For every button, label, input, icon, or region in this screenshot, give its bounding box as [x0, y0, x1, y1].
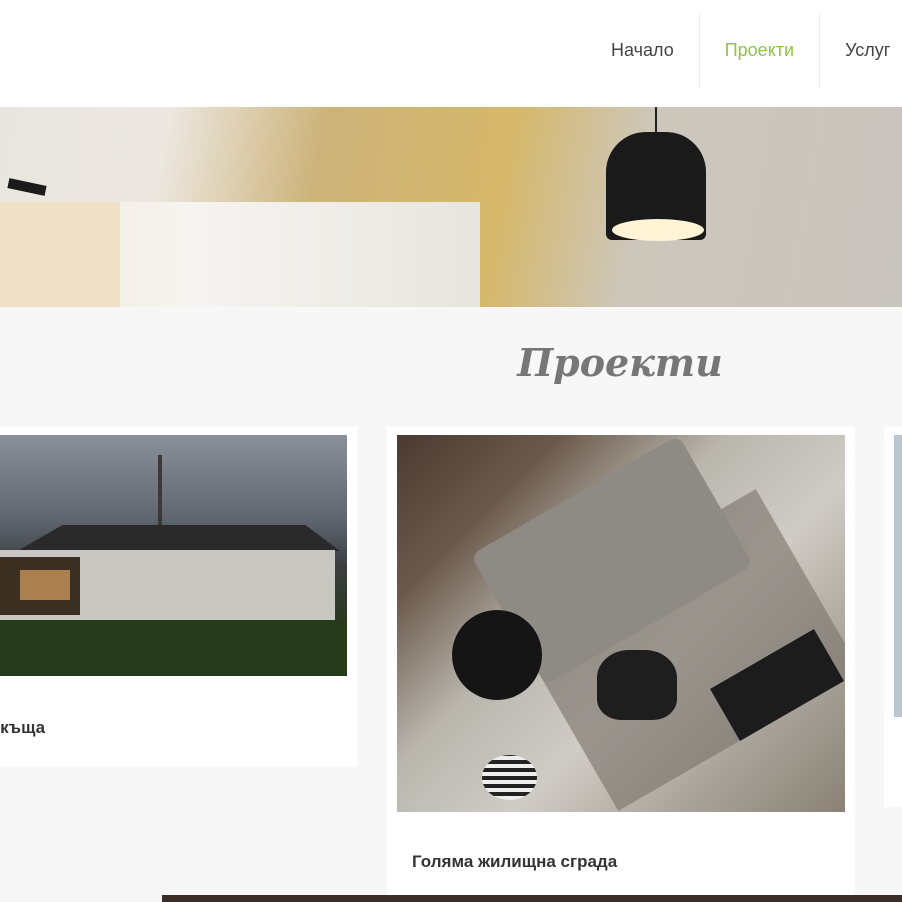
section-title: Проекти [517, 340, 723, 385]
photo-vase [482, 755, 537, 800]
main-nav: Начало Проекти Услуг [586, 13, 902, 88]
project-card[interactable]: Голяма жилищна сграда [387, 427, 855, 897]
project-photo-living-room[interactable] [397, 435, 845, 812]
nav-item-projects[interactable]: Проекти [698, 13, 819, 88]
photo-lawn [0, 620, 347, 676]
hero-image [0, 107, 902, 307]
project-card[interactable]: а къща [0, 427, 357, 767]
nav-item-home[interactable]: Начало [586, 13, 699, 88]
hero-column [0, 202, 120, 307]
project-photo[interactable] [894, 435, 902, 717]
project-title[interactable]: Голяма жилищна сграда [412, 852, 617, 872]
photo-roof [17, 525, 341, 551]
project-title[interactable]: а къща [0, 718, 45, 738]
footer-image-strip [162, 895, 902, 902]
project-photo-house[interactable] [0, 435, 347, 676]
photo-chair [597, 650, 677, 720]
hero-lamp-glow [612, 219, 704, 241]
photo-floor-lamp [452, 610, 542, 700]
nav-item-services[interactable]: Услуг [819, 13, 902, 88]
project-card[interactable] [884, 427, 902, 807]
site-header: Начало Проекти Услуг [0, 0, 902, 107]
photo-window-light [20, 570, 70, 600]
